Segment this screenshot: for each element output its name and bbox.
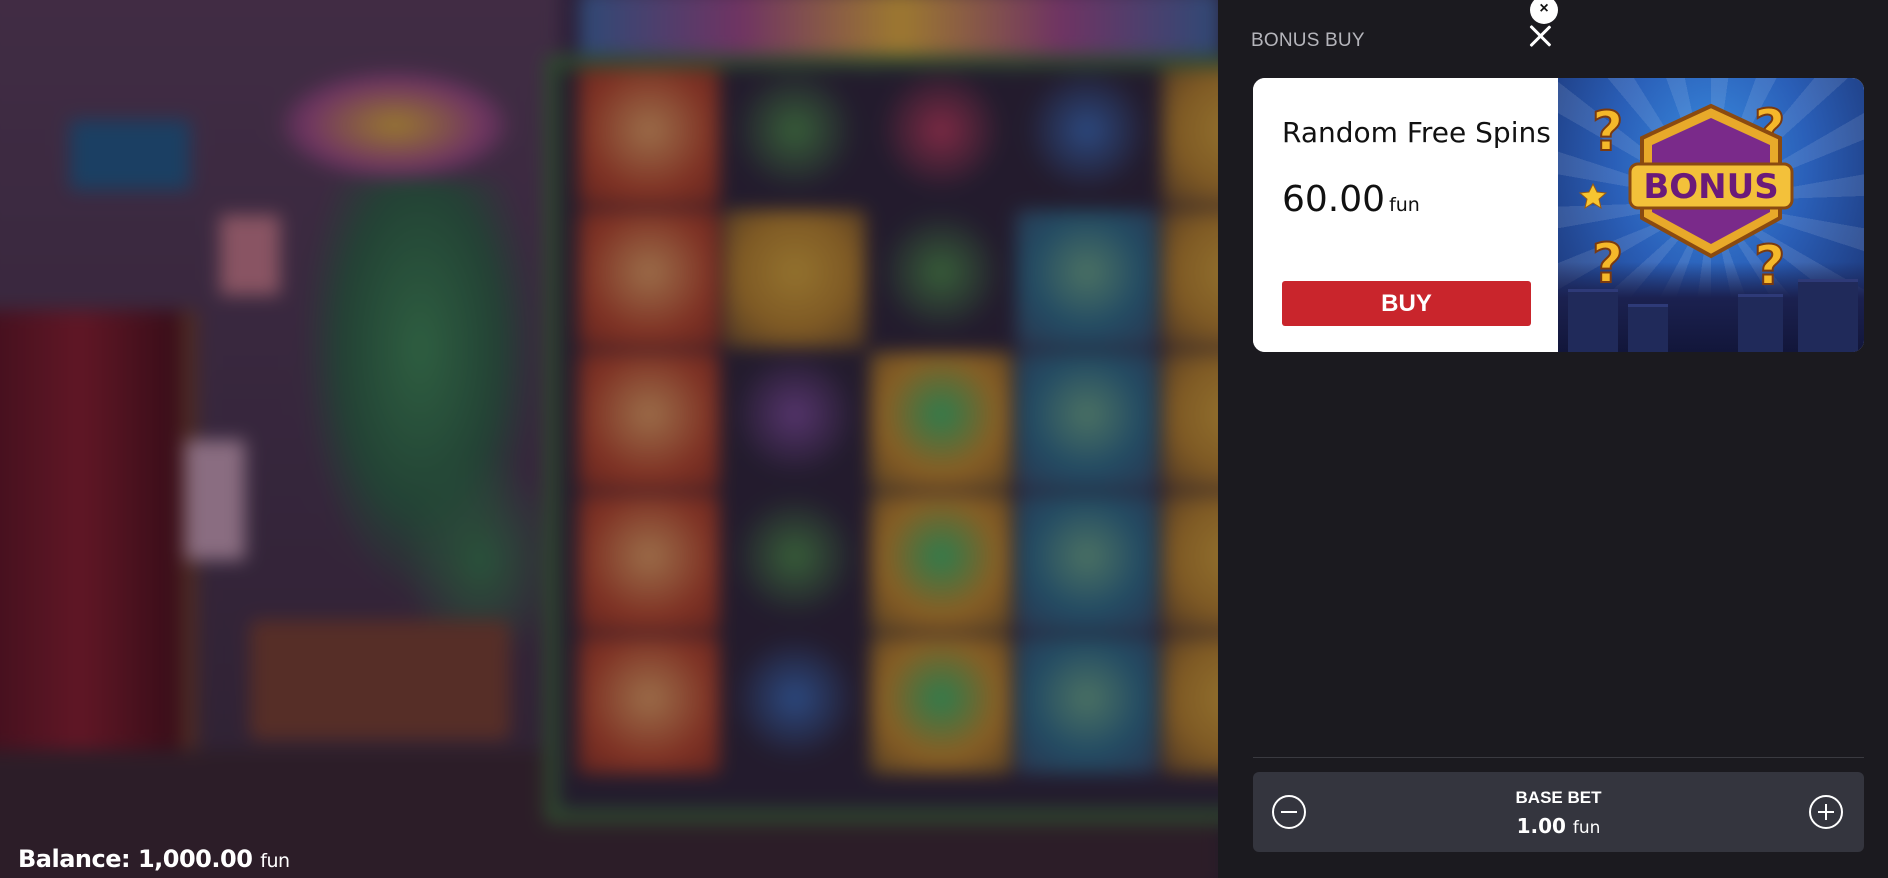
base-bet-value-display: 1.00 fun xyxy=(1253,814,1864,838)
buy-button[interactable]: BUY xyxy=(1282,281,1531,326)
bonus-art-image: ? ? ? ? BONUS xyxy=(1558,78,1864,352)
balance-value: 1,000.00 xyxy=(137,845,253,873)
bonus-card: Random Free Spins 60.00fun BUY ? ? ? ? xyxy=(1253,78,1864,352)
game-background xyxy=(0,0,1218,878)
close-icon[interactable] xyxy=(1528,24,1552,48)
bonus-price: 60.00 fun xyxy=(1282,179,1420,220)
bonus-name: Random Free Spins xyxy=(1282,116,1551,149)
star-icon xyxy=(1578,182,1608,210)
base-bet-label: BASE BET xyxy=(1515,788,1602,807)
base-bet-value: 1.00 xyxy=(1516,814,1566,838)
bonus-art-label: BONUS xyxy=(1643,167,1778,207)
bonus-card-info: Random Free Spins 60.00 fun BUY xyxy=(1253,78,1558,352)
question-mark-icon: ? xyxy=(1754,234,1785,297)
balance-label: Balance: xyxy=(18,845,131,873)
base-bet-control: BASE BET 1.00 fun xyxy=(1253,772,1864,852)
panel-divider xyxy=(1253,757,1864,758)
balance-display: Balance: 1,000.00 fun xyxy=(18,845,290,873)
bonus-price-unit: fun xyxy=(1389,194,1420,216)
panel-title: BONUS BUY xyxy=(1251,30,1365,51)
question-mark-icon: ? xyxy=(1592,232,1623,295)
question-mark-icon: ? xyxy=(1592,100,1623,163)
bonus-price-value: 60.00 xyxy=(1282,179,1386,220)
base-bet-unit: fun xyxy=(1572,818,1601,838)
balance-unit: fun xyxy=(260,850,290,872)
plus-icon[interactable] xyxy=(1809,795,1843,829)
